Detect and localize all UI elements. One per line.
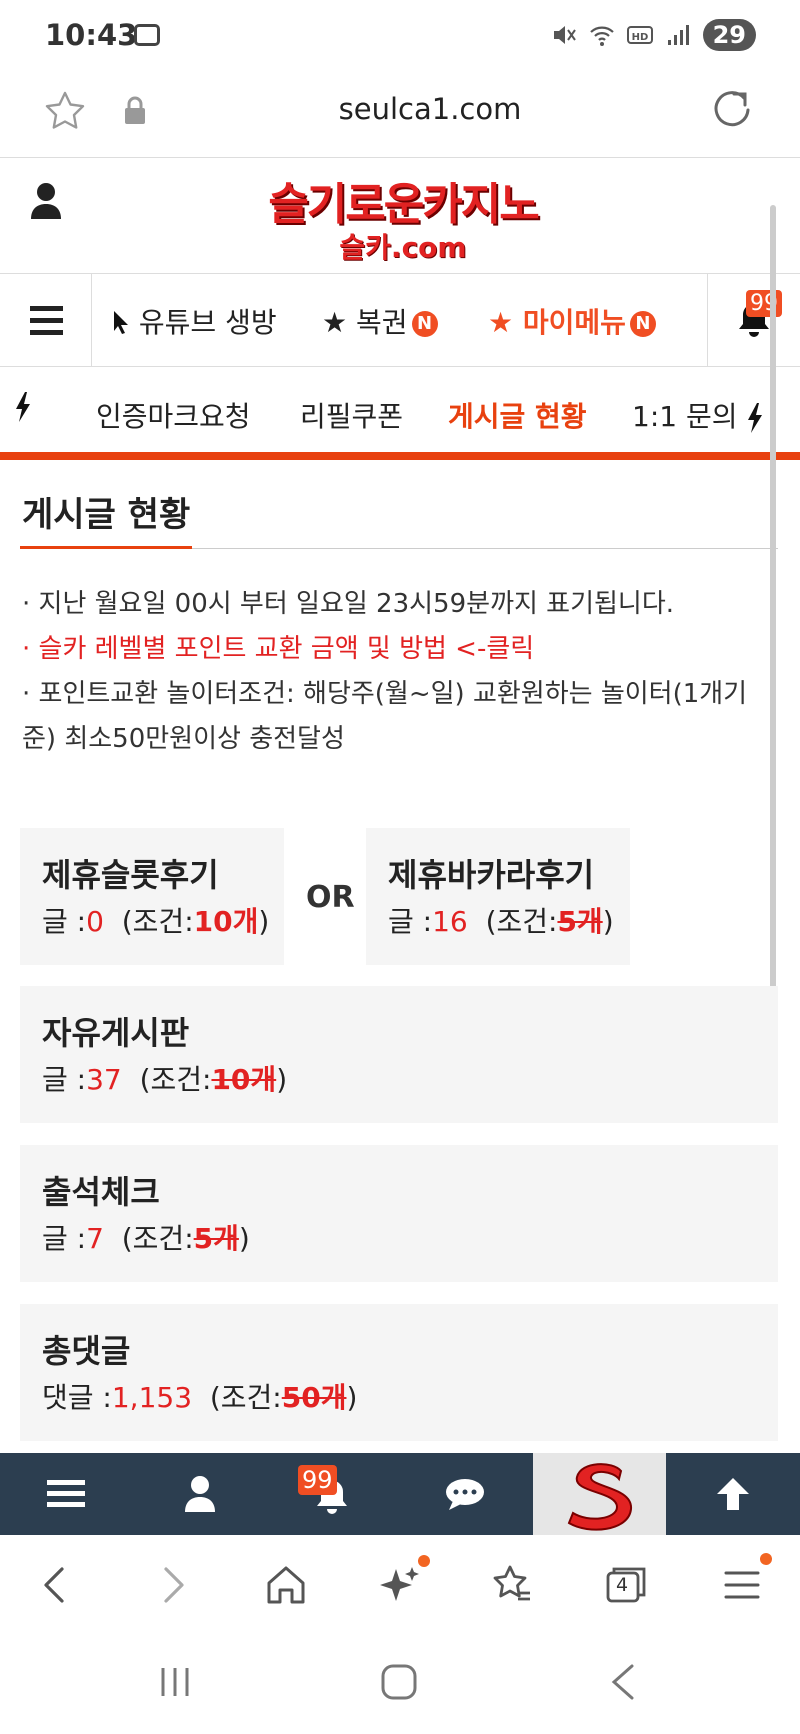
card-slot-review[interactable]: 제휴슬롯후기 글 :0 (조건:10개)	[20, 828, 284, 965]
bottom-logo-button[interactable]	[533, 1453, 666, 1535]
hd-icon: HD	[626, 26, 653, 44]
info-period: · 지난 월요일 00시 부터 일요일 23시59분까지 표기됩니다.	[22, 589, 675, 619]
home-icon[interactable]	[264, 1563, 308, 1607]
info-exchange-condition-1: · 포인트교환 놀이터조건: 해당주(월~일) 교환원하는 놀이터(1개기	[22, 679, 748, 709]
sparkle-icon[interactable]	[378, 1563, 422, 1607]
chat-icon	[446, 1479, 484, 1510]
lightning-icon	[16, 392, 30, 422]
browser-toolbar: 4	[0, 1535, 800, 1635]
title-underline	[20, 546, 192, 549]
home-button-icon[interactable]	[380, 1663, 418, 1701]
site-bottom-bar: 99	[0, 1453, 800, 1535]
status-bar: 10:43 HD 29	[0, 0, 800, 72]
nav2-item-certmark[interactable]: 인증마크요청	[96, 395, 251, 435]
card-total-comments[interactable]: 총댓글 댓글 :1,153 (조건:50개)	[20, 1304, 778, 1441]
card-title: 출석체크	[42, 1173, 160, 1211]
nav-item-mymenu[interactable]: ★ 마이메뉴 N	[488, 301, 656, 341]
page-scrollbar[interactable]	[770, 205, 776, 1100]
screen-record-icon	[134, 24, 160, 46]
mute-icon	[553, 26, 576, 44]
card-title: 제휴바카라후기	[388, 856, 595, 894]
nav-accent-bar	[0, 452, 800, 460]
menu-button[interactable]	[0, 274, 92, 366]
sub-nav: 인증마크요청 리필쿠폰 게시글 현황 1:1 문의	[0, 367, 800, 460]
bottom-user-button[interactable]	[133, 1453, 266, 1535]
browser-url-bar: seulca1.com	[0, 72, 800, 158]
hamburger-icon	[30, 306, 63, 311]
arrow-up-icon	[717, 1478, 749, 1510]
bottom-notification-button[interactable]: 99	[266, 1453, 399, 1535]
svg-text:HD: HD	[631, 32, 648, 43]
site-header: 슬기로운카지노 슬카.com	[0, 158, 800, 273]
scroll-top-button[interactable]	[666, 1453, 800, 1535]
bookmarks-icon[interactable]	[490, 1563, 534, 1607]
notification-count-badge: 99	[298, 1465, 337, 1495]
status-time: 10:43	[45, 18, 138, 52]
info-point-exchange-link[interactable]: · 슬카 레벨별 포인트 교환 금액 및 방법 <-클릭	[22, 627, 534, 671]
lightning-icon	[748, 403, 763, 433]
user-icon[interactable]	[30, 182, 62, 220]
nav2-item-refill[interactable]: 리필쿠폰	[300, 395, 403, 435]
card-title: 총댓글	[42, 1332, 131, 1370]
card-stats: 글 :16 (조건:5개)	[388, 905, 614, 938]
info-exchange-condition-2: 준) 최소50만원이상 충전달성	[22, 724, 345, 754]
user-icon	[185, 1476, 215, 1512]
new-badge: N	[629, 311, 656, 337]
card-free-board[interactable]: 자유게시판 글 :37 (조건:10개)	[20, 986, 778, 1123]
tab-count: 4	[616, 1574, 629, 1596]
card-title: 자유게시판	[42, 1014, 190, 1052]
browser-menu-icon[interactable]	[720, 1563, 764, 1607]
card-attendance[interactable]: 출석체크 글 :7 (조건:5개)	[20, 1145, 778, 1282]
page-title: 게시글 현황	[22, 495, 191, 535]
card-title: 제휴슬롯후기	[42, 856, 219, 894]
nav2-item-inquiry[interactable]: 1:1 문의	[632, 395, 764, 435]
card-baccarat-review[interactable]: 제휴바카라후기 글 :16 (조건:5개)	[366, 828, 630, 965]
system-nav-bar	[0, 1635, 800, 1734]
notification-dot	[418, 1555, 430, 1567]
s-logo-icon	[567, 1463, 633, 1531]
wifi-icon	[589, 26, 614, 46]
main-nav: 유튜브 생방 ★ 복권 N ★ 마이메뉴 N 99	[0, 273, 800, 367]
url-text[interactable]: seulca1.com	[0, 92, 800, 126]
tabs-button[interactable]: 4	[604, 1563, 648, 1607]
notification-button[interactable]: 99	[707, 274, 800, 366]
signal-icon	[667, 25, 689, 45]
site-logo[interactable]: 슬기로운카지노 슬카.com	[248, 168, 558, 264]
bottom-chat-button[interactable]	[399, 1453, 532, 1535]
notification-dot	[760, 1553, 772, 1565]
new-badge: N	[411, 311, 438, 337]
cursor-icon	[114, 311, 128, 334]
nav-prev-cut	[14, 389, 32, 423]
system-back-icon[interactable]	[608, 1663, 638, 1701]
recent-apps-icon[interactable]	[158, 1665, 192, 1699]
card-stats: 글 :7 (조건:5개)	[42, 1222, 250, 1255]
reload-icon[interactable]	[710, 88, 754, 132]
forward-icon[interactable]	[150, 1563, 194, 1607]
nav-item-youtube[interactable]: 유튜브 생방	[112, 301, 277, 341]
battery-level: 29	[702, 19, 756, 51]
or-label: OR	[306, 880, 355, 915]
nav-item-lottery[interactable]: ★ 복권 N	[322, 301, 438, 341]
card-stats: 댓글 :1,153 (조건:50개)	[42, 1381, 358, 1414]
notification-count-badge: 99	[746, 290, 782, 317]
bottom-menu-button[interactable]	[0, 1453, 133, 1535]
card-stats: 글 :37 (조건:10개)	[42, 1063, 288, 1096]
card-stats: 글 :0 (조건:10개)	[42, 905, 270, 938]
back-icon[interactable]	[34, 1563, 78, 1607]
nav2-item-post-status[interactable]: 게시글 현황	[448, 395, 587, 435]
hamburger-icon	[47, 1480, 85, 1507]
